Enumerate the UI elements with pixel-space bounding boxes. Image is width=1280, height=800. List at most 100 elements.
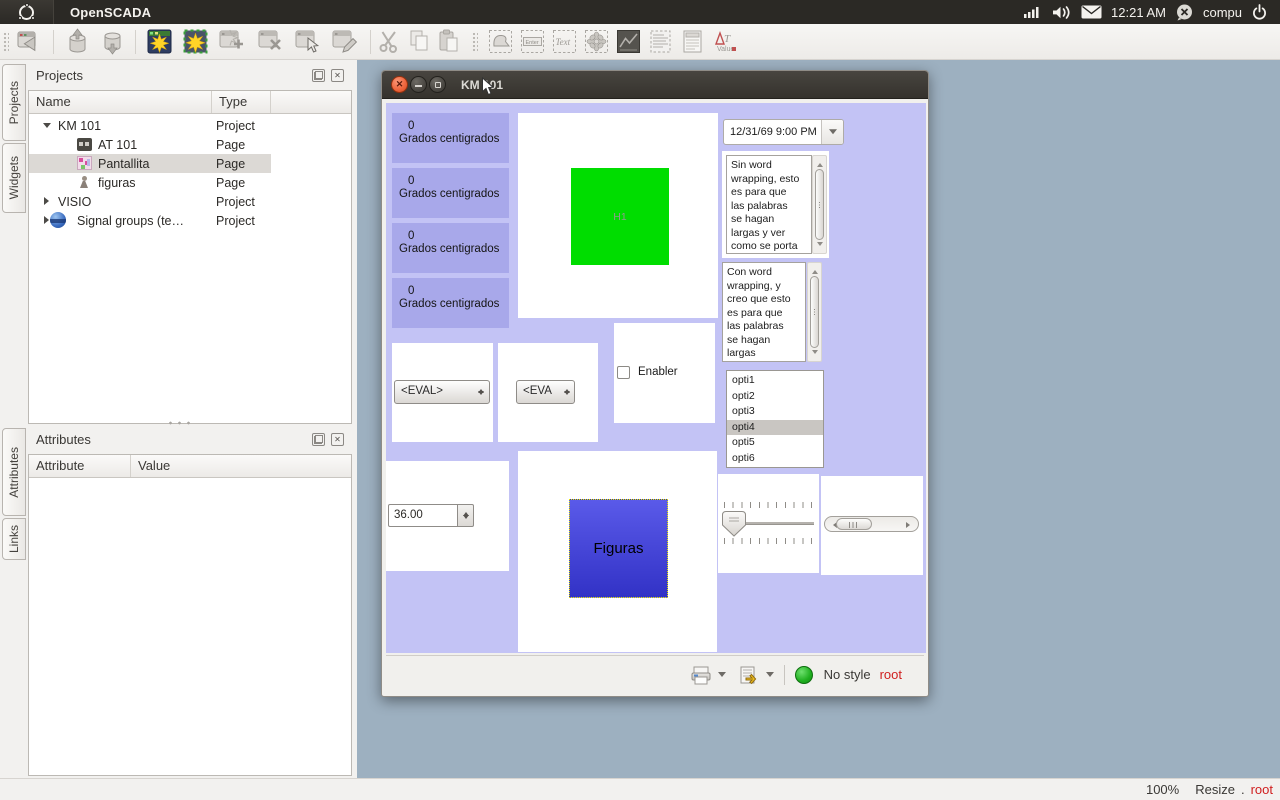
enabler-panel: Enabler — [614, 323, 715, 423]
list-item-selected[interactable]: opti4 — [727, 420, 823, 436]
db-save-icon[interactable] — [99, 28, 126, 55]
column-header-type[interactable]: Type — [212, 91, 271, 113]
datetime-combo[interactable]: 12/31/69 9:00 PM — [723, 119, 844, 145]
paste-icon[interactable] — [436, 28, 463, 55]
print-dropdown[interactable] — [718, 672, 726, 681]
spin-buttons[interactable] — [458, 504, 474, 527]
dock-close-button[interactable]: ✕ — [331, 433, 344, 446]
app-window-icon[interactable] — [15, 28, 42, 55]
window-close-button[interactable] — [391, 76, 408, 93]
list-item[interactable]: opti2 — [727, 389, 823, 405]
document-widget-icon[interactable] — [679, 28, 706, 55]
dock-close-button[interactable]: ✕ — [331, 69, 344, 82]
svg-text:Enter: Enter — [526, 40, 539, 46]
app-statusbar: 100% Resize . root — [0, 778, 1280, 800]
session-indicator-icon[interactable] — [1175, 4, 1194, 21]
list-item[interactable]: opti1 — [727, 373, 823, 389]
edit-icon[interactable] — [331, 28, 358, 55]
text-nowrap-panel: Sin word wrapping, esto es para que las … — [722, 151, 829, 258]
spin-value[interactable]: 36.00 — [388, 504, 458, 527]
eval-combo-2[interactable]: <EVA — [516, 380, 575, 404]
tree-row-pantallita[interactable]: Pantallita Page — [29, 154, 271, 173]
diagram-widget-icon[interactable] — [615, 28, 642, 55]
add-widget-icon[interactable] — [218, 28, 245, 55]
list-item[interactable]: opti5 — [727, 435, 823, 451]
session-user[interactable]: compu — [1203, 5, 1242, 20]
tab-links[interactable]: Links — [2, 518, 26, 560]
shape-widget-icon[interactable] — [487, 28, 514, 55]
scrollbar-panel — [821, 476, 923, 575]
figuras-button[interactable]: Figuras — [569, 499, 668, 598]
text-widget-icon[interactable]: Text — [551, 28, 578, 55]
print-icon[interactable] — [690, 665, 712, 685]
enabler-checkbox[interactable] — [617, 366, 630, 379]
mail-icon[interactable] — [1081, 5, 1102, 19]
text-area-wrap[interactable]: Con word wrapping, y creo que esto es pa… — [722, 262, 806, 362]
enter-widget-icon[interactable]: Enter — [519, 28, 546, 55]
db-load-icon[interactable] — [64, 28, 91, 55]
protocol-widget-icon[interactable] — [647, 28, 674, 55]
tree-row-km101[interactable]: KM 101 Project — [29, 116, 271, 135]
copy-icon[interactable] — [406, 28, 433, 55]
tree-row-at101[interactable]: AT 101 Page — [29, 135, 271, 154]
expander-icon[interactable] — [43, 123, 51, 128]
power-icon[interactable] — [1251, 4, 1268, 20]
network-signal-icon[interactable] — [1024, 5, 1043, 19]
list-item[interactable]: opti6 — [727, 451, 823, 467]
projects-tree: Name Type KM 101 Project AT 101 Page Pan… — [28, 90, 352, 424]
projects-dock-title: Projects — [36, 68, 83, 83]
screen-icon — [77, 156, 92, 170]
vertical-scrollbar[interactable] — [812, 155, 827, 254]
thermo-label-1: 0Grados centigrados — [392, 113, 509, 163]
tree-row-signal-groups[interactable]: Signal groups (te… Project — [29, 211, 271, 230]
clock[interactable]: 12:21 AM — [1111, 5, 1166, 20]
tree-row-figuras[interactable]: figuras Page — [29, 173, 271, 192]
column-header-name[interactable]: Name — [29, 91, 212, 113]
dock-float-button[interactable] — [312, 433, 325, 446]
column-header-attribute[interactable]: Attribute — [29, 455, 131, 477]
km101-canvas: 0Grados centigrados 0Grados centigrados … — [386, 103, 926, 653]
new-project-icon[interactable] — [146, 28, 173, 55]
combo-panel-2: <EVA — [498, 343, 598, 442]
new-library-icon[interactable] — [182, 28, 209, 55]
number-spinbox[interactable]: 36.00 — [388, 504, 474, 527]
volume-icon[interactable] — [1052, 5, 1072, 20]
dock-float-button[interactable] — [312, 69, 325, 82]
cut-icon[interactable] — [376, 28, 403, 55]
toolbar-handle[interactable] — [471, 31, 478, 53]
tab-attributes[interactable]: Attributes — [2, 428, 26, 516]
expander-icon[interactable] — [44, 216, 49, 224]
function-widget-icon[interactable]: TValue — [711, 28, 738, 55]
connection-status-icon — [795, 666, 813, 684]
attributes-dock: Attributes ✕ Attribute Value — [28, 424, 352, 776]
column-header-value[interactable]: Value — [131, 455, 251, 477]
h1-indicator[interactable]: H1 — [571, 168, 669, 265]
mode-label: Resize — [1195, 782, 1235, 797]
window-minimize-button[interactable] — [410, 76, 427, 93]
desktop-top-panel: OpenSCADA 12:21 AM compu — [0, 0, 1280, 24]
options-list[interactable]: opti1 opti2 opti3 opti4 opti5 opti6 — [726, 370, 824, 468]
expander-icon[interactable] — [44, 197, 49, 205]
media-widget-icon[interactable] — [583, 28, 610, 55]
toolbar-handle[interactable] — [2, 31, 9, 53]
vertical-scrollbar[interactable] — [807, 262, 822, 362]
export-icon[interactable] — [738, 665, 760, 685]
slider-handle[interactable] — [721, 510, 747, 538]
ubuntu-logo[interactable] — [0, 0, 54, 24]
window-maximize-button[interactable] — [429, 76, 446, 93]
eval-combo-1[interactable]: <EVAL> — [394, 380, 490, 404]
km101-titlebar[interactable]: KM 101 — [382, 71, 928, 99]
enabler-label: Enabler — [638, 366, 678, 378]
list-item[interactable]: opti3 — [727, 404, 823, 420]
delete-widget-icon[interactable] — [257, 28, 284, 55]
text-area-nowrap[interactable]: Sin word wrapping, esto es para que las … — [726, 155, 812, 254]
tab-widgets[interactable]: Widgets — [2, 143, 26, 213]
projects-dock: Projects ✕ Name Type KM 101 Project AT 1… — [28, 60, 352, 424]
tree-row-visio[interactable]: VISIO Project — [29, 192, 271, 211]
tab-projects[interactable]: Projects — [2, 64, 26, 141]
dropdown-button[interactable] — [821, 120, 843, 144]
figure-icon — [79, 176, 89, 188]
properties-icon[interactable] — [294, 28, 321, 55]
horizontal-scrollbar[interactable] — [824, 516, 919, 532]
export-dropdown[interactable] — [766, 672, 774, 681]
